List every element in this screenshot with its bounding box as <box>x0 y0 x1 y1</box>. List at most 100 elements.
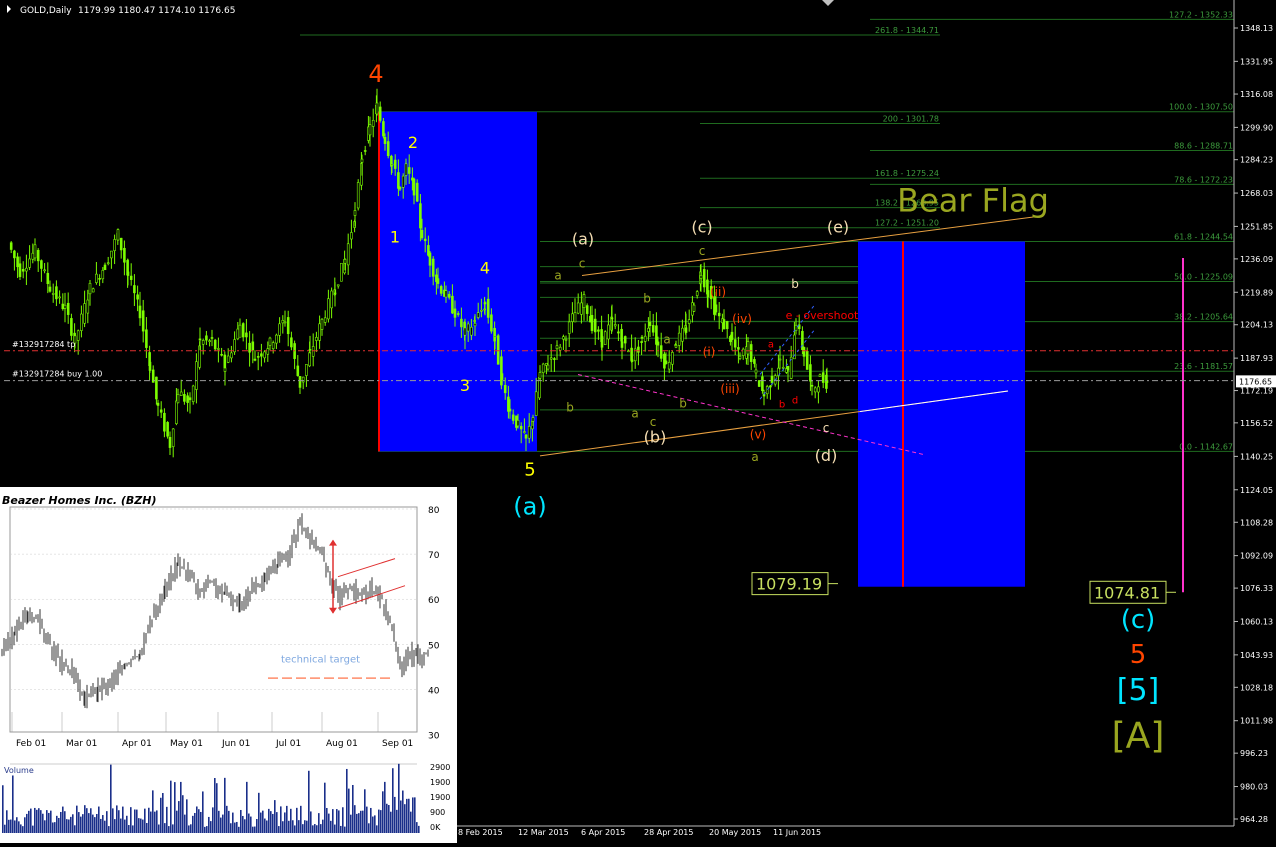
inset-volume-bar <box>292 820 294 833</box>
candle-body <box>208 340 211 342</box>
wave-label: (b) <box>644 427 667 446</box>
inset-volume-bar <box>102 815 104 833</box>
inset-volume-bar <box>150 811 152 833</box>
candle-body <box>412 178 416 196</box>
inset-volume-bar <box>310 811 312 833</box>
inset-volume-bar <box>214 778 216 833</box>
inset-price-label: 80 <box>428 506 440 516</box>
candle-body <box>810 384 814 387</box>
inset-volume-bar <box>312 825 314 833</box>
inset-volume-axis-label: 1900 <box>430 778 450 787</box>
candle-body <box>343 259 347 264</box>
inset-volume-bar <box>318 813 320 833</box>
candle-body <box>617 331 620 334</box>
inset-volume-bar <box>238 826 240 833</box>
wave-label: b <box>791 277 799 291</box>
candle-body <box>781 366 785 369</box>
inset-volume-bar <box>128 825 130 833</box>
candle-body <box>308 352 311 367</box>
inset-volume-bar <box>8 819 10 833</box>
candle-body <box>453 308 457 318</box>
candle-body <box>129 275 133 280</box>
inset-volume-bar <box>252 826 254 833</box>
inset-volume-bar <box>210 821 212 833</box>
candle-body <box>371 119 375 127</box>
candle-body <box>706 290 710 298</box>
inset-volume-bar <box>52 822 54 833</box>
price-axis-label: 1124.05 <box>1240 486 1273 495</box>
candle-body <box>576 302 580 314</box>
inset-volume-bar <box>418 825 420 833</box>
candle-body <box>245 332 248 338</box>
candle-body <box>786 365 790 371</box>
inset-volume-bar <box>346 768 348 833</box>
inset-volume-bar <box>416 822 418 833</box>
candle-body <box>516 419 520 427</box>
inset-volume-bar <box>12 775 14 833</box>
inset-volume-bar <box>100 818 102 833</box>
inset-volume-bar <box>40 810 42 833</box>
wave-label: a <box>554 269 561 283</box>
candle-body <box>51 293 55 295</box>
price-axis-label: 1316.08 <box>1240 90 1273 99</box>
wave-label: 4 <box>368 60 383 88</box>
inset-volume-bar <box>26 813 28 833</box>
candle-body <box>205 335 208 341</box>
candle-body <box>640 336 644 339</box>
candle-body <box>699 275 703 279</box>
candle-body <box>36 249 40 262</box>
inset-volume-bar <box>366 806 368 833</box>
wave-label: 5 <box>1130 640 1147 670</box>
inset-volume-bar <box>244 819 246 833</box>
fib-level-label: 127.2 - 1251.20 <box>875 219 939 228</box>
time-axis-label: 20 May 2015 <box>709 828 761 837</box>
candle-body <box>813 387 817 393</box>
inset-volume-bar <box>138 818 140 833</box>
candle-body <box>555 345 559 350</box>
candle-body <box>585 305 589 314</box>
inset-volume-bar <box>398 763 400 833</box>
inset-volume-bar <box>206 826 208 833</box>
inset-volume-bar <box>362 810 364 833</box>
candle-body <box>61 303 65 310</box>
candle-body <box>25 267 28 272</box>
inset-chart-svg: technical target Beazer Homes Inc. (BZH)… <box>0 487 457 843</box>
inset-volume-bar <box>44 820 46 833</box>
inset-volume-bar <box>384 781 386 833</box>
inset-volume-bar <box>330 820 332 833</box>
inset-volume-bar <box>108 826 110 833</box>
inset-volume-bar <box>200 811 202 833</box>
inset-volume-bar <box>194 812 196 833</box>
inset-volume-bar <box>288 820 290 833</box>
inset-volume-bar <box>348 788 350 833</box>
candle-body <box>136 294 139 300</box>
candle-body <box>623 336 627 344</box>
candle-body <box>21 269 25 272</box>
candle-body <box>66 302 70 315</box>
inset-price-label: 40 <box>428 686 440 696</box>
inset-volume-bar <box>186 799 188 833</box>
inset-volume-bar <box>82 814 84 833</box>
inset-volume-bar <box>54 822 56 833</box>
candle-body <box>95 273 98 283</box>
candle-body <box>444 290 448 298</box>
inset-volume-bar <box>412 797 414 833</box>
candle-body <box>18 263 22 277</box>
candle-body <box>687 319 691 324</box>
candle-body <box>201 340 205 345</box>
candle-body <box>534 391 538 416</box>
candle-body <box>375 102 379 115</box>
candle-body <box>13 250 16 259</box>
candle-body <box>541 363 545 373</box>
candle-body <box>393 159 397 169</box>
price-axis-label: 1011.98 <box>1240 717 1273 726</box>
candle-body <box>580 302 583 315</box>
price-axis-label: 1204.13 <box>1240 321 1273 330</box>
inset-volume-axis-label: 0K <box>430 823 441 832</box>
inset-volume-bar <box>144 808 146 833</box>
inset-volume-bar <box>370 807 372 833</box>
candle-body <box>350 232 353 240</box>
candle-body <box>141 310 145 332</box>
candle-body <box>546 364 550 370</box>
inset-volume-bar <box>60 811 62 833</box>
